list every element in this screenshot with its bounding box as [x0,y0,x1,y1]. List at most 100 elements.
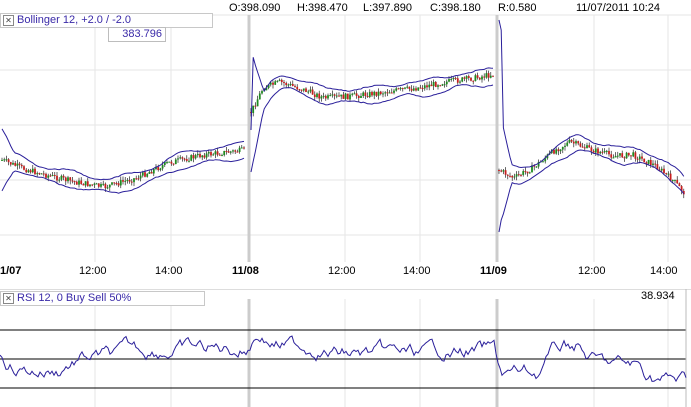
candle-body [338,95,340,97]
candle-body [454,77,457,79]
time-axis-label: 14:00 [155,265,183,277]
candle-body [461,77,464,82]
candle-body [555,149,558,154]
candle-body [128,179,131,182]
candle-body [307,91,310,93]
candle-body [485,73,488,78]
candle-body [364,92,367,96]
candle-body [210,151,212,156]
candle-body [474,75,477,82]
candle-body [379,91,382,95]
rsi-indicator-tag[interactable]: ✕ RSI 12, 0 Buy Sell 50% [0,291,205,306]
candle-body [649,159,652,166]
candle-body [309,89,312,92]
candle-body [86,181,89,187]
candle-body [445,81,448,85]
candle-body [161,165,164,169]
candle-body [240,147,243,149]
candle-body [335,95,338,97]
candle-body [82,183,85,186]
candle-body [329,95,332,97]
candle-body [102,183,105,185]
candle-body [353,93,356,95]
candle-body [579,143,582,147]
candle-body [678,183,681,187]
candle-body [51,175,54,177]
candle-body [441,84,444,86]
candle-body [78,180,80,185]
candle-body [95,183,98,185]
candle-body [601,151,604,153]
candle-body [172,163,175,165]
candle-body [278,79,281,81]
candle-body [89,184,91,187]
candle-body [119,180,122,186]
candle-body [570,139,573,142]
candle-body [634,152,637,159]
candle-body [612,157,615,159]
candle-body [597,148,599,154]
candle-body [627,152,630,156]
candle-body [526,171,529,174]
candle-body [302,88,305,91]
candle-body [157,167,160,171]
candle-body [183,158,186,160]
time-axis-label: 12:00 [578,265,606,277]
candle-body [316,93,318,98]
candle-body [34,168,36,175]
candle-body [575,141,577,144]
candle-body [141,172,144,176]
candle-body [470,77,472,81]
candle-body [476,75,479,78]
candle-body [298,89,301,91]
candle-body [500,170,503,172]
candle-body [401,87,404,89]
price-chart[interactable] [0,0,691,262]
candle-body [93,183,96,185]
time-axis-label: 14:00 [650,265,678,277]
candle-body [60,175,63,180]
candle-body [150,171,153,174]
candle-body [621,153,624,158]
candle-body [311,89,314,95]
candle-body [148,171,151,174]
candle-body [40,173,43,175]
candle-body [47,175,50,178]
time-axis-label: 11/09 [480,265,507,277]
candle-body [590,147,593,152]
candle-body [605,150,608,152]
candle-body [234,150,237,152]
candle-body [674,179,676,181]
candle-body [124,180,127,182]
candle-body [181,157,184,159]
candle-body [58,179,61,181]
candle-body [289,83,292,85]
candle-body [522,171,525,175]
candle-body [344,93,347,99]
candle-body [146,173,149,177]
candle-body [577,141,580,144]
candle-body [340,94,343,97]
candle-body [67,177,69,182]
candle-body [599,151,602,154]
candle-body [517,174,520,176]
close-icon[interactable]: ✕ [3,293,14,304]
time-axis-label: 12:00 [79,265,107,277]
candle-body [177,158,179,160]
candle-body [152,169,155,174]
candle-body [636,158,639,160]
candle-body [168,161,171,163]
candle-body [513,176,516,178]
candle-body [111,182,113,185]
bollinger-indicator-tag[interactable]: ✕ Bollinger 12, +2.0 / -2.0 [0,13,213,28]
candle-body [174,159,177,165]
candle-body [665,173,668,175]
candle-body [614,156,617,158]
candle-body [225,150,228,152]
rsi-chart[interactable] [0,289,691,407]
candle-body [69,177,72,181]
close-icon[interactable]: ✕ [3,15,14,26]
time-axis-label: 1/07 [0,265,22,277]
candle-body [212,154,215,156]
candle-body [404,87,406,89]
